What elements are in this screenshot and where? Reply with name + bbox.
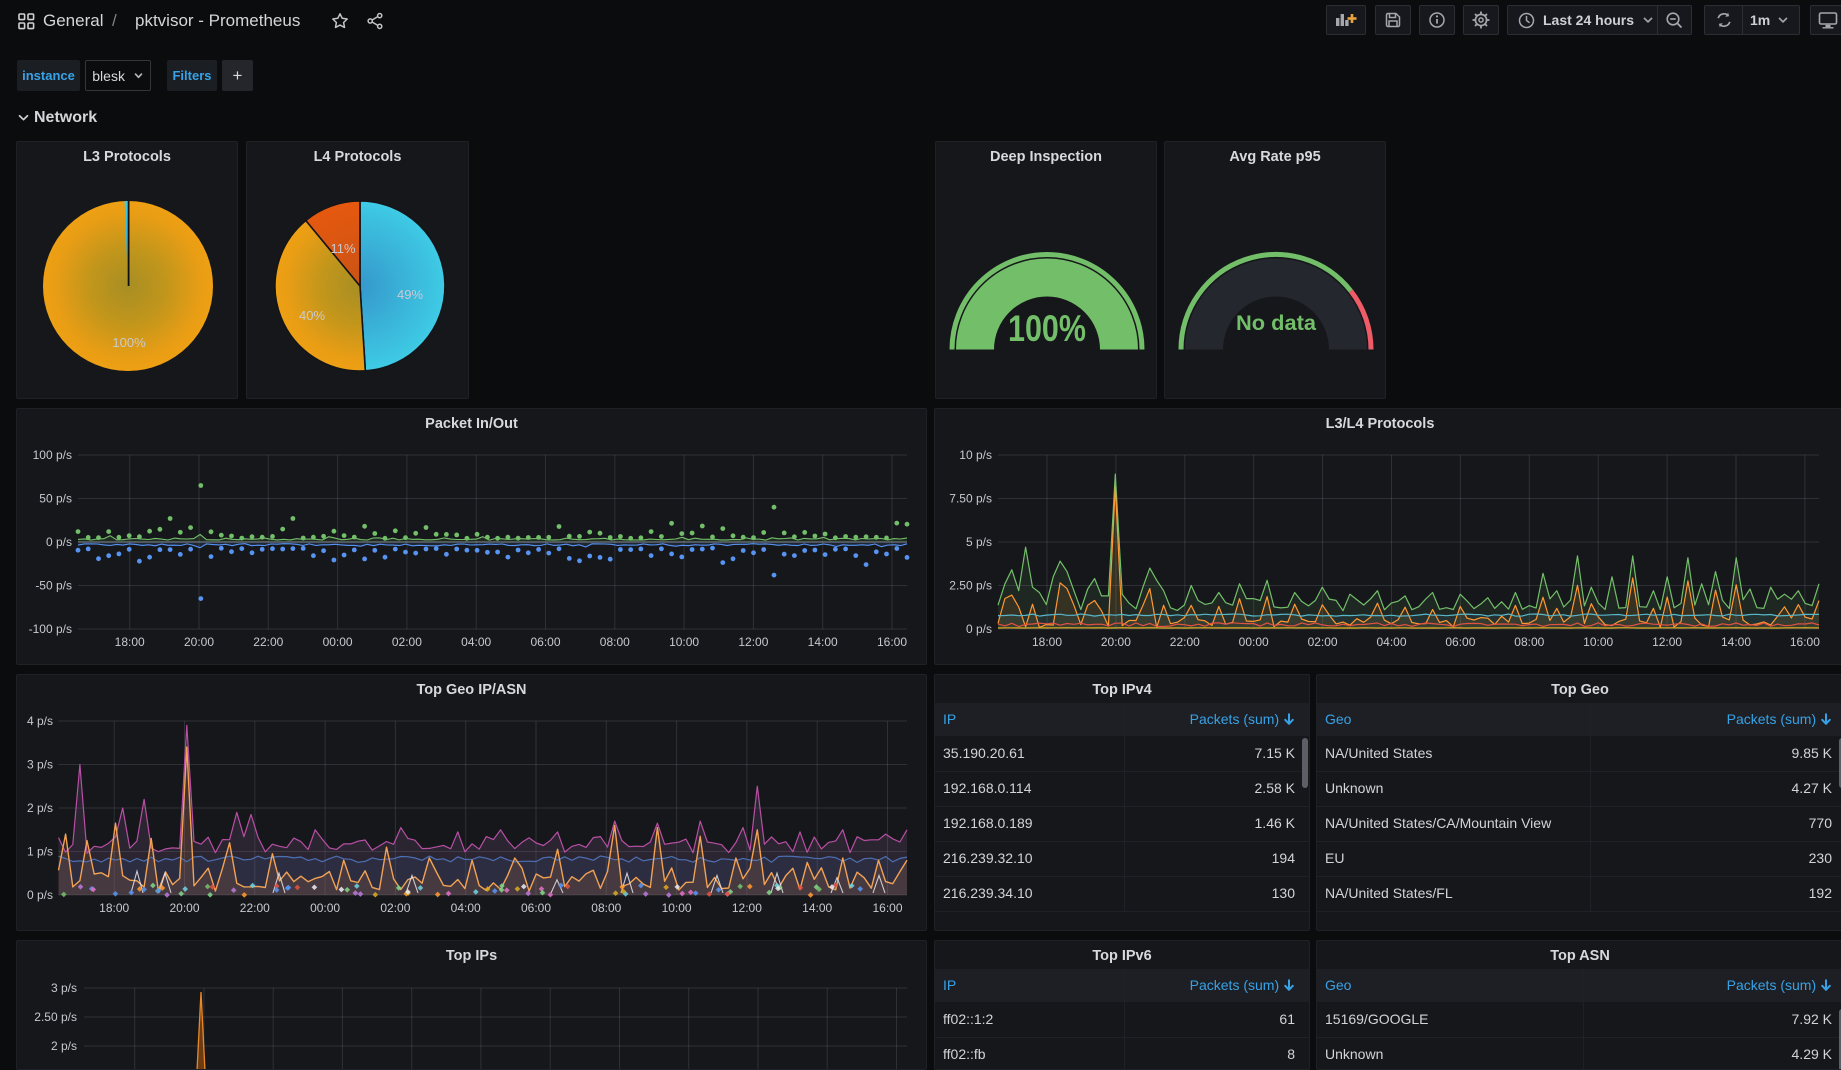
svg-text:02:00: 02:00: [392, 635, 422, 649]
svg-text:10:00: 10:00: [662, 901, 692, 915]
svg-text:04:00: 04:00: [451, 901, 481, 915]
svg-text:02:00: 02:00: [1308, 635, 1338, 649]
svg-text:22:00: 22:00: [240, 901, 270, 915]
svg-text:0 p/s: 0 p/s: [27, 888, 53, 902]
svg-text:00:00: 00:00: [323, 635, 353, 649]
svg-text:2 p/s: 2 p/s: [51, 1039, 77, 1053]
svg-text:-100 p/s: -100 p/s: [29, 622, 72, 636]
svg-text:00:00: 00:00: [310, 901, 340, 915]
svg-text:2 p/s: 2 p/s: [27, 801, 53, 815]
svg-text:06:00: 06:00: [1445, 635, 1475, 649]
svg-text:00:00: 00:00: [1239, 635, 1269, 649]
svg-text:12:00: 12:00: [738, 635, 768, 649]
svg-text:12:00: 12:00: [732, 901, 762, 915]
svg-text:06:00: 06:00: [521, 901, 551, 915]
svg-text:06:00: 06:00: [530, 635, 560, 649]
svg-text:20:00: 20:00: [1101, 635, 1131, 649]
svg-text:10:00: 10:00: [1583, 635, 1613, 649]
svg-text:14:00: 14:00: [808, 635, 838, 649]
svg-text:0 p/s: 0 p/s: [966, 622, 992, 636]
svg-text:2.50 p/s: 2.50 p/s: [34, 1010, 77, 1024]
svg-text:22:00: 22:00: [1170, 635, 1200, 649]
svg-text:22:00: 22:00: [253, 635, 283, 649]
svg-text:50 p/s: 50 p/s: [39, 492, 72, 506]
svg-text:16:00: 16:00: [877, 635, 907, 649]
svg-text:14:00: 14:00: [802, 901, 832, 915]
svg-text:49%: 49%: [397, 287, 423, 302]
svg-text:10:00: 10:00: [669, 635, 699, 649]
svg-text:10 p/s: 10 p/s: [959, 448, 992, 462]
svg-text:5 p/s: 5 p/s: [966, 535, 992, 549]
svg-text:20:00: 20:00: [169, 901, 199, 915]
svg-text:18:00: 18:00: [1032, 635, 1062, 649]
svg-text:04:00: 04:00: [1376, 635, 1406, 649]
svg-text:100%: 100%: [1008, 308, 1086, 349]
svg-text:11%: 11%: [330, 241, 355, 256]
svg-text:04:00: 04:00: [461, 635, 491, 649]
svg-text:7.50 p/s: 7.50 p/s: [949, 492, 992, 506]
svg-text:08:00: 08:00: [600, 635, 630, 649]
svg-text:100 p/s: 100 p/s: [33, 448, 72, 462]
svg-text:02:00: 02:00: [380, 901, 410, 915]
svg-text:08:00: 08:00: [1514, 635, 1544, 649]
svg-text:18:00: 18:00: [99, 901, 129, 915]
svg-text:40%: 40%: [299, 308, 325, 323]
svg-text:14:00: 14:00: [1721, 635, 1751, 649]
svg-text:20:00: 20:00: [184, 635, 214, 649]
svg-text:18:00: 18:00: [115, 635, 145, 649]
svg-text:4 p/s: 4 p/s: [27, 714, 53, 728]
svg-text:2.50 p/s: 2.50 p/s: [949, 579, 992, 593]
svg-text:1 p/s: 1 p/s: [27, 845, 53, 859]
svg-text:-50 p/s: -50 p/s: [35, 579, 72, 593]
svg-text:100%: 100%: [112, 335, 146, 350]
svg-text:16:00: 16:00: [1790, 635, 1820, 649]
svg-text:3 p/s: 3 p/s: [27, 758, 53, 772]
svg-text:16:00: 16:00: [872, 901, 902, 915]
svg-text:No data: No data: [1236, 312, 1316, 335]
svg-text:12:00: 12:00: [1652, 635, 1682, 649]
svg-text:0 p/s: 0 p/s: [46, 535, 72, 549]
svg-text:08:00: 08:00: [591, 901, 621, 915]
svg-text:3 p/s: 3 p/s: [51, 981, 77, 995]
